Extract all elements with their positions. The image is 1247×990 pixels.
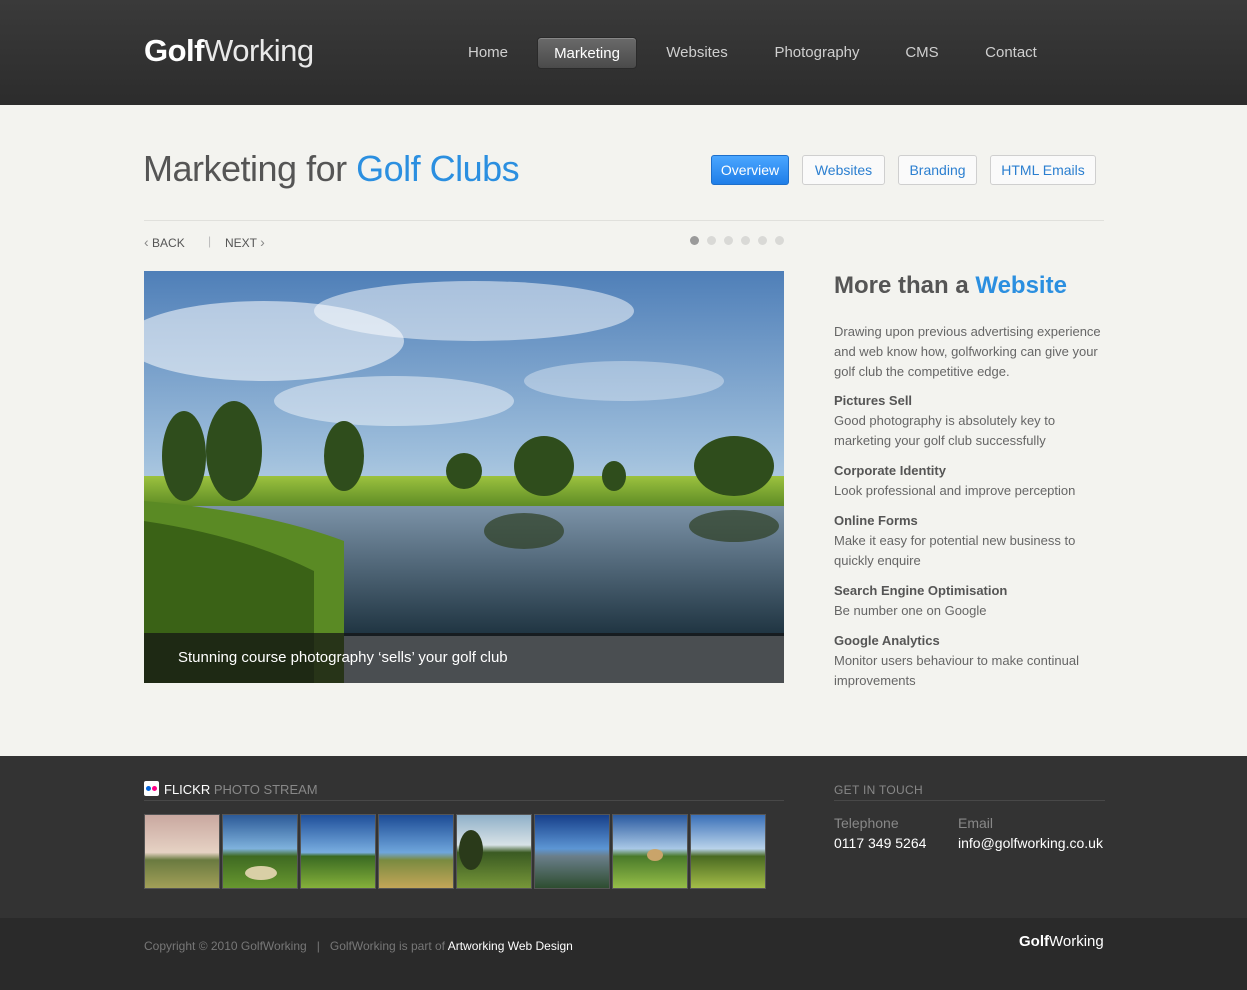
artworking-link[interactable]: Artworking Web Design	[448, 939, 573, 953]
contact-divider	[834, 800, 1105, 801]
slide-dot[interactable]	[775, 236, 784, 245]
feature-text: Good photography is absolutely key to ma…	[834, 413, 1056, 448]
contact-heading: GET IN TOUCH	[834, 783, 923, 797]
feature-heading: Corporate Identity	[834, 463, 946, 478]
slide-dot[interactable]	[741, 236, 750, 245]
back-button[interactable]: ‹ BACK	[144, 234, 185, 250]
slide-dot[interactable]	[758, 236, 767, 245]
tab-branding[interactable]: Branding	[898, 155, 977, 185]
chevron-left-icon: ‹	[144, 234, 149, 250]
feature-item: Corporate Identity Look professional and…	[834, 461, 1109, 501]
tab-html-emails[interactable]: HTML Emails	[990, 155, 1096, 185]
email-label: Email	[958, 815, 994, 831]
flickr-thumbnail[interactable]	[534, 814, 610, 889]
feature-item: Pictures Sell Good photography is absolu…	[834, 391, 1109, 451]
site-header: GolfWorking Home Marketing Websites Phot…	[0, 0, 1247, 105]
title-divider	[144, 220, 1104, 221]
slide-dot[interactable]	[707, 236, 716, 245]
feature-text: Be number one on Google	[834, 603, 987, 618]
flickr-thumbnail[interactable]	[378, 814, 454, 889]
email-link[interactable]: info@golfworking.co.uk	[958, 835, 1103, 851]
flickr-icon	[144, 781, 159, 796]
slide-dot[interactable]	[724, 236, 733, 245]
tab-websites[interactable]: Websites	[802, 155, 885, 185]
feature-text: Look professional and improve perception	[834, 483, 1076, 498]
next-button[interactable]: NEXT ›	[225, 234, 265, 250]
feature-item: Google Analytics Monitor users behaviour…	[834, 631, 1109, 691]
hero-slideshow[interactable]: Stunning course photography ‘sells’ your…	[144, 271, 784, 683]
hero-caption-text: Stunning course photography ‘sells’ your…	[178, 649, 508, 666]
footer-logo[interactable]: GolfWorking	[1019, 933, 1104, 950]
chevron-right-icon: ›	[260, 234, 265, 250]
telephone-value[interactable]: 0117 349 5264	[834, 835, 926, 851]
bottom-bar	[0, 918, 1247, 990]
flickr-heading: FLICKR PHOTO STREAM	[144, 781, 318, 797]
slide-dot[interactable]	[690, 236, 699, 245]
site-logo[interactable]: GolfWorking	[144, 33, 314, 69]
flickr-thumbnail[interactable]	[300, 814, 376, 889]
nav-item-cms[interactable]: CMS	[896, 37, 948, 69]
page-title: Marketing for Golf Clubs	[143, 148, 520, 189]
feature-heading: Pictures Sell	[834, 393, 913, 408]
nav-item-home[interactable]: Home	[458, 37, 518, 69]
nav-item-photography[interactable]: Photography	[766, 37, 868, 69]
feature-heading: Search Engine Optimisation	[834, 583, 1008, 598]
nav-item-marketing[interactable]: Marketing	[537, 37, 637, 69]
flickr-thumbnail[interactable]	[456, 814, 532, 889]
feature-heading: Online Forms	[834, 513, 918, 528]
sidebar-title: More than a Website	[834, 272, 1067, 299]
nav-item-websites[interactable]: Websites	[655, 37, 739, 69]
flickr-divider	[144, 800, 784, 801]
feature-heading: Google Analytics	[834, 633, 940, 648]
feature-text: Make it easy for potential new business …	[834, 533, 1076, 568]
flickr-thumbnail[interactable]	[222, 814, 298, 889]
nav-item-contact[interactable]: Contact	[976, 37, 1046, 69]
hero-caption: Stunning course photography ‘sells’ your…	[144, 633, 784, 683]
feature-text: Monitor users behaviour to make continua…	[834, 653, 1079, 688]
feature-item: Search Engine Optimisation Be number one…	[834, 581, 1109, 621]
tab-overview[interactable]: Overview	[711, 155, 789, 185]
copyright: Copyright © 2010 GolfWorking | GolfWorki…	[144, 939, 573, 953]
flickr-thumbnail[interactable]	[612, 814, 688, 889]
golf-course-photo	[144, 271, 784, 683]
sidebar-intro: Drawing upon previous advertising experi…	[834, 324, 1101, 379]
flickr-thumbnail[interactable]	[690, 814, 766, 889]
feature-item: Online Forms Make it easy for potential …	[834, 511, 1109, 571]
telephone-label: Telephone	[834, 815, 899, 831]
flickr-thumbnail[interactable]	[144, 814, 220, 889]
pager-separator: |	[208, 234, 212, 248]
